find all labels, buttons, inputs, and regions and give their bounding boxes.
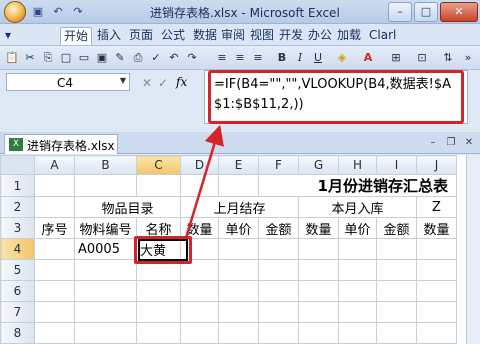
annotation-arrow — [184, 124, 224, 239]
arrow-line — [184, 124, 224, 239]
